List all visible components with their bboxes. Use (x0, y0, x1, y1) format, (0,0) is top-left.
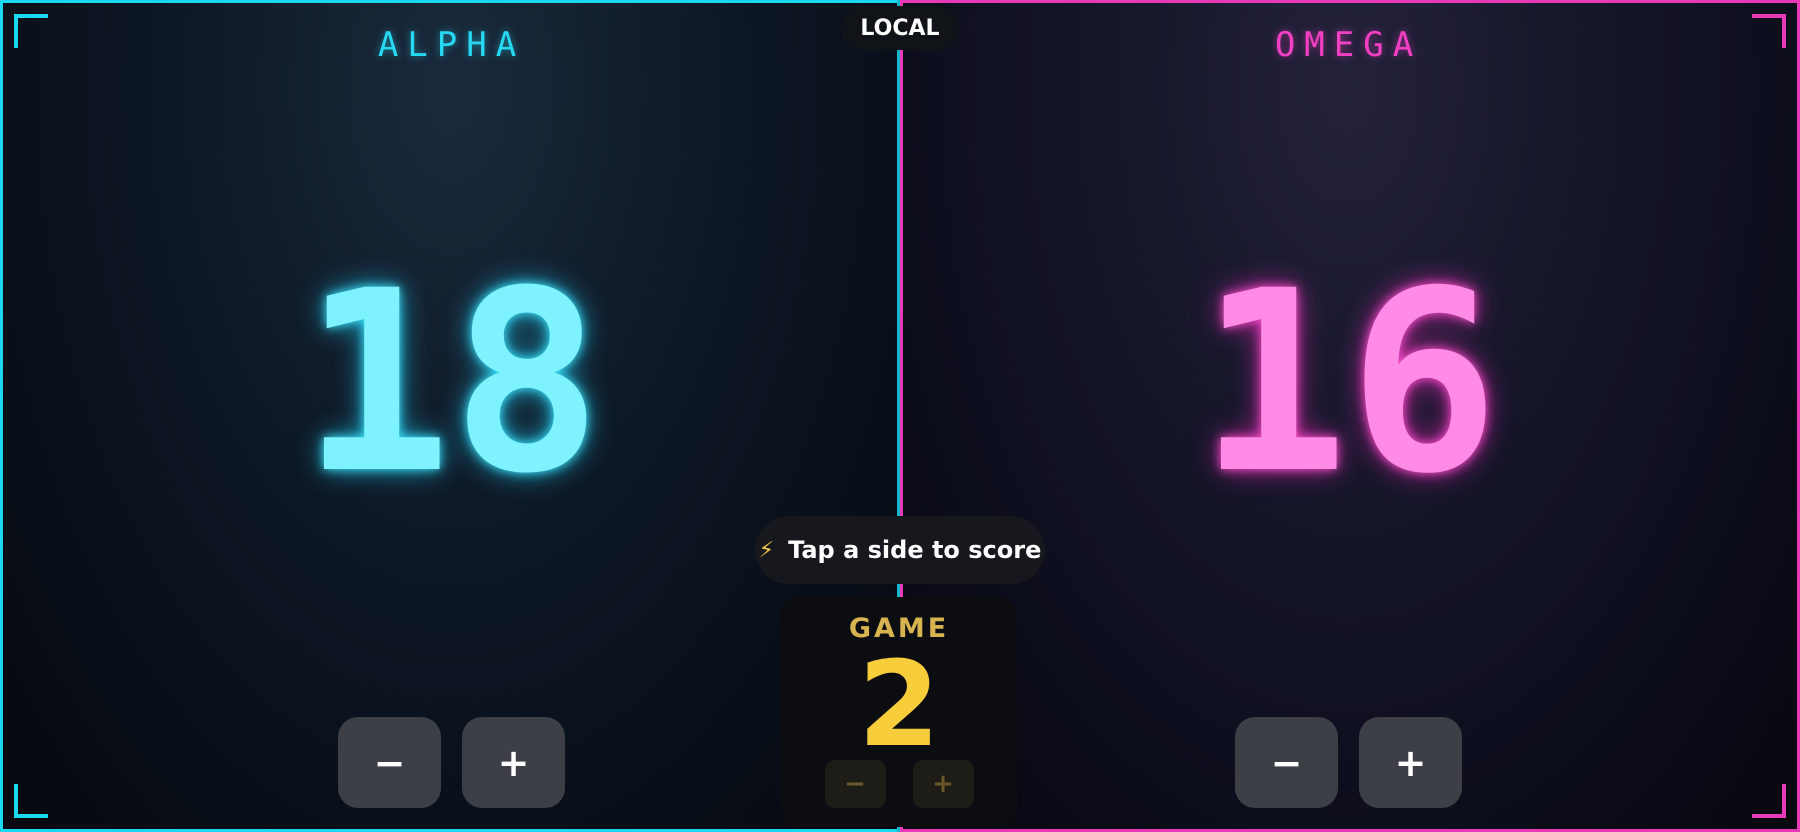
tap-hint-text: Tap a side to score (788, 536, 1042, 564)
alpha-decrement-button[interactable]: − (338, 717, 441, 808)
omega-increment-button[interactable]: + (1359, 717, 1462, 808)
team-name-alpha: ALPHA (377, 25, 526, 65)
game-controls: − + (781, 760, 1017, 808)
game-counter: GAME 2 − + (781, 597, 1017, 827)
game-number: 2 (857, 635, 941, 773)
mode-badge[interactable]: LOCAL (841, 6, 959, 50)
alpha-increment-button[interactable]: + (462, 717, 565, 808)
game-increment-button[interactable]: + (912, 760, 974, 808)
score-omega: 16 (1197, 237, 1500, 528)
omega-decrement-button[interactable]: − (1235, 717, 1338, 808)
team-omega-panel[interactable]: OMEGA 16 − + (900, 0, 1800, 832)
lightning-icon: ⚡ (758, 537, 775, 563)
alpha-score-controls: − + (3, 717, 900, 808)
omega-score-controls: − + (900, 717, 1797, 808)
score-alpha: 18 (300, 237, 603, 528)
tap-hint: ⚡ Tap a side to score (755, 516, 1045, 584)
game-decrement-button[interactable]: − (824, 760, 886, 808)
team-alpha-panel[interactable]: ALPHA 18 − + (0, 0, 900, 832)
team-name-omega: OMEGA (1274, 25, 1423, 65)
